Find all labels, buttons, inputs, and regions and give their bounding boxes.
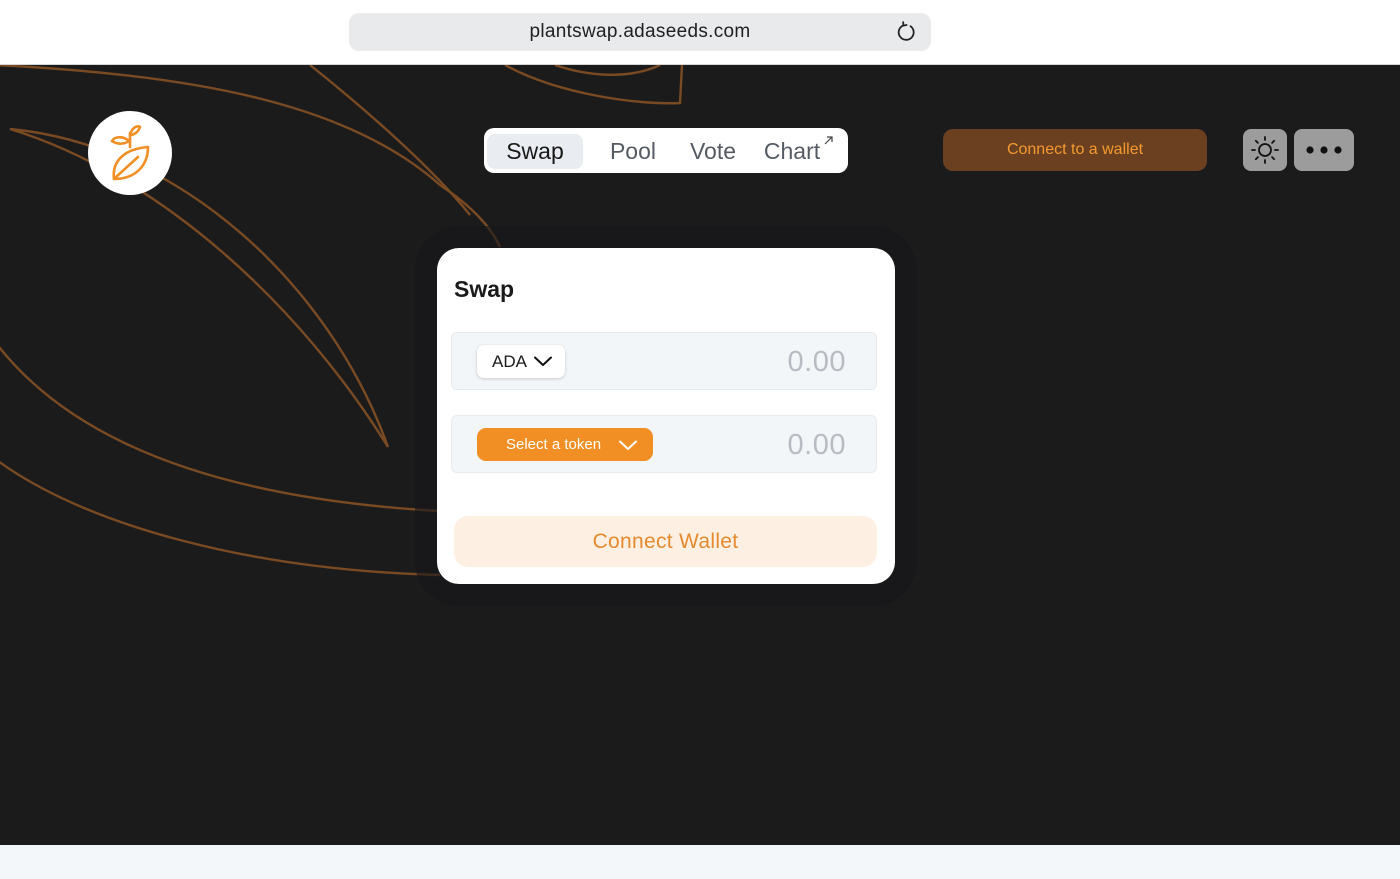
- address-bar[interactable]: plantswap.adaseeds.com: [349, 13, 931, 51]
- select-token-button[interactable]: Select a token: [477, 428, 653, 461]
- chevron-down-icon: [534, 356, 552, 366]
- more-dots-icon: [1306, 146, 1342, 154]
- to-token-row: Select a token 0.00: [451, 415, 877, 473]
- leaf-logo-graphic: [110, 124, 150, 181]
- swap-card: Swap ADA 0.00 Select a token 0.00 Connec…: [437, 248, 895, 584]
- from-token-label: ADA: [492, 352, 527, 371]
- plant-leaf-logo-icon[interactable]: [88, 111, 172, 195]
- connect-to-wallet-button[interactable]: Connect to a wallet: [943, 129, 1207, 171]
- more-options-button[interactable]: [1294, 129, 1354, 171]
- chevron-down-icon: [619, 440, 637, 450]
- tab-swap[interactable]: Swap: [487, 134, 583, 169]
- tab-vote[interactable]: Vote: [680, 134, 746, 169]
- theme-toggle-button[interactable]: [1243, 129, 1287, 171]
- external-link-icon: [824, 136, 833, 145]
- from-token-row: ADA 0.00: [451, 332, 877, 390]
- sun-icon: [1251, 136, 1279, 164]
- browser-toolbar: plantswap.adaseeds.com: [0, 0, 1400, 65]
- to-amount-input[interactable]: 0.00: [788, 416, 846, 474]
- tab-pool[interactable]: Pool: [598, 134, 668, 169]
- url-text[interactable]: plantswap.adaseeds.com: [349, 13, 931, 51]
- from-amount-input[interactable]: 0.00: [788, 333, 846, 391]
- swap-title: Swap: [454, 276, 515, 302]
- page-footer: [0, 845, 1400, 879]
- main-nav: Swap Pool Vote Chart: [484, 128, 848, 173]
- from-token-select[interactable]: ADA: [477, 345, 565, 378]
- reload-icon[interactable]: [895, 21, 917, 43]
- app-container: Swap Pool Vote Chart Connect to a wallet: [0, 65, 1400, 845]
- connect-wallet-button[interactable]: Connect Wallet: [454, 516, 877, 567]
- select-token-label: Select a token: [506, 436, 602, 453]
- tab-chart[interactable]: Chart: [760, 134, 824, 169]
